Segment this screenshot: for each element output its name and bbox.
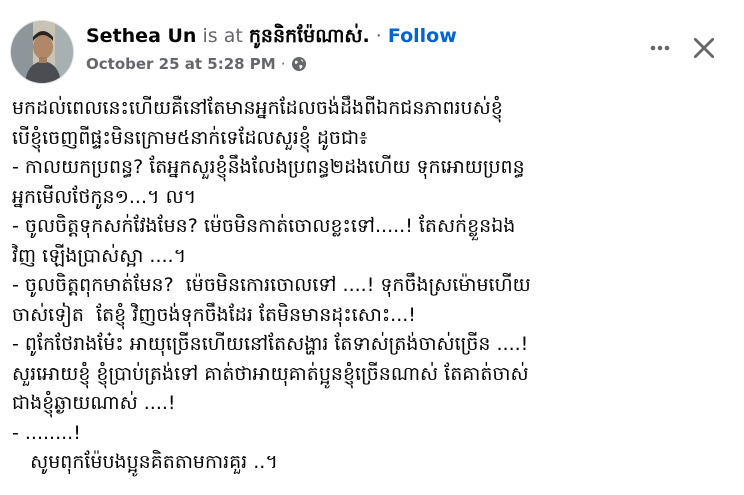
timestamp-separator: · xyxy=(280,55,286,73)
avatar-image xyxy=(11,21,73,83)
post-body-line: សួរអោយខ្ញុំ ខ្ញុំប្រាប់ត្រង់ទៅ គាត់ថាអាយ… xyxy=(12,362,529,385)
post-body-line: - ........! xyxy=(12,421,81,444)
post-body-line: ចាស់ទៀត តែខ្ញុំ វិញចង់ទុកចឹងដែរ តែមិនមាន… xyxy=(12,303,416,326)
at-text: is at xyxy=(202,25,243,47)
post-body: មកដល់ពេលនេះហើយគឺនៅតែមានអ្នកដែលចង់ដឹងពីឯក… xyxy=(12,94,736,478)
post-meta: Sethea Un is at កូននិកម៉ែណាស់. · Follow … xyxy=(86,24,646,74)
post-card: Sethea Un is at កូននិកម៉ែណាស់. · Follow … xyxy=(0,0,744,495)
name-line: Sethea Un is at កូននិកម៉ែណាស់. · Follow xyxy=(86,24,646,48)
author-name[interactable]: Sethea Un xyxy=(86,25,196,47)
more-options-icon xyxy=(650,45,670,51)
post-body-line: បើខ្ញុំចេញពីផ្ទះមិនក្រោម៥នាក់ទេដែលសួរខ្ញ… xyxy=(12,126,368,149)
post-body-line: សូមពុកម៉ែបងប្អូនគិតតាមការគួរ ..។ xyxy=(12,451,278,473)
post-body-line: - ចូលចិត្តពុកមាត់មែន? ម៉េចមិនកោរចោលទៅ ..… xyxy=(12,274,531,296)
post-body-line: វិញ ឡើងប្រាស់ស្អា ....។ xyxy=(12,244,187,267)
post-body-line: អ្នកមើលថែកូន១...។ ល។ xyxy=(12,185,197,208)
timestamp[interactable]: October 25 at 5:28 PM xyxy=(86,54,276,74)
follow-button[interactable]: Follow xyxy=(388,25,457,47)
globe-icon[interactable] xyxy=(291,56,307,72)
post-body-line: ជាងខ្ញុំឆ្ងាយណាស់ ....! xyxy=(12,392,176,414)
more-options-button[interactable] xyxy=(644,32,676,64)
post-header: Sethea Un is at កូននិកម៉ែណាស់. · Follow … xyxy=(10,18,734,84)
post-body-line: - ចូលចិត្តទុកសក់វែងមែន? ម៉េចមិនកាត់ចោលខ្… xyxy=(12,215,516,237)
timestamp-line: October 25 at 5:28 PM · xyxy=(86,54,646,74)
post-body-line: - កាលយកប្រពន្ធ? តែអ្នកសួរខ្ញុំនឹងលែងប្រព… xyxy=(12,156,525,178)
place-name[interactable]: កូននិកម៉ែណាស់. xyxy=(249,25,370,47)
close-button[interactable] xyxy=(686,30,722,66)
avatar[interactable] xyxy=(10,20,74,84)
close-icon xyxy=(693,37,715,59)
separator-dot: · xyxy=(375,25,382,47)
post-body-line: មកដល់ពេលនេះហើយគឺនៅតែមានអ្នកដែលចង់ដឹងពីឯក… xyxy=(12,97,503,119)
post-body-line: - ពូកែថែរាងមែ៎ះ អាយុច្រើនហើយនៅតែសង្ហារ ត… xyxy=(12,333,529,355)
